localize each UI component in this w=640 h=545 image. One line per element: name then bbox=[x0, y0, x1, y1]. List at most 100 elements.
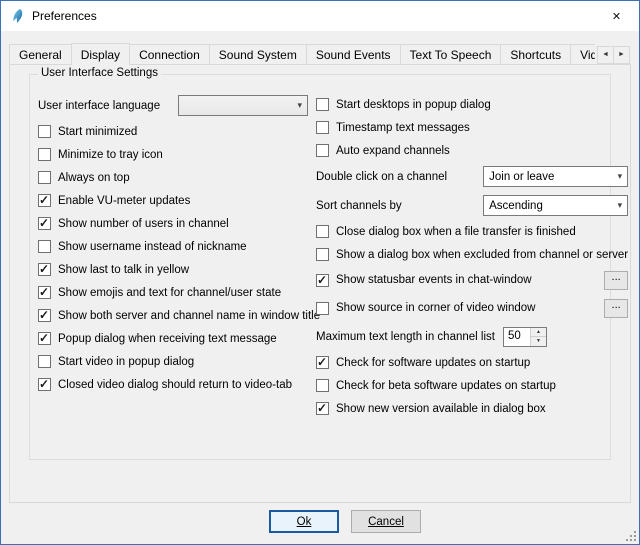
tab-scroll-right-button[interactable]: ► bbox=[613, 46, 630, 64]
checkbox-row[interactable]: Timestamp text messages bbox=[316, 120, 628, 135]
checkbox-row[interactable]: Close dialog box when a file transfer is… bbox=[316, 224, 628, 239]
checkbox-label: Popup dialog when receiving text message bbox=[58, 333, 277, 345]
checkbox-row[interactable]: Start minimized bbox=[38, 124, 308, 139]
checkbox-row[interactable]: Show username instead of nickname bbox=[38, 239, 308, 254]
video-source-checkbox[interactable] bbox=[316, 302, 329, 315]
checkbox[interactable] bbox=[316, 379, 329, 392]
checkbox-row[interactable]: Popup dialog when receiving text message bbox=[38, 331, 308, 346]
checkbox-label: Show a dialog box when excluded from cha… bbox=[336, 249, 628, 261]
checkbox[interactable] bbox=[38, 240, 51, 253]
spinner-value[interactable]: 50 bbox=[504, 328, 530, 346]
checkbox-label: Auto expand channels bbox=[336, 145, 450, 157]
checkbox[interactable] bbox=[316, 144, 329, 157]
checkbox-label: Show emojis and text for channel/user st… bbox=[58, 287, 281, 299]
checkbox-row[interactable]: Start desktops in popup dialog bbox=[316, 97, 628, 112]
tab[interactable]: General bbox=[9, 44, 72, 65]
tab-label: Shortcuts bbox=[510, 48, 561, 62]
checkbox[interactable] bbox=[38, 309, 51, 322]
spinner-up-button[interactable]: ▲ bbox=[531, 328, 546, 338]
statusbar-events-row[interactable]: Show statusbar events in chat-window ... bbox=[316, 270, 628, 290]
tab-scroll-control: ◄ ► bbox=[597, 46, 630, 64]
checkbox-row[interactable]: Show a dialog box when excluded from cha… bbox=[316, 247, 628, 262]
statusbar-events-label: Show statusbar events in chat-window bbox=[336, 274, 604, 286]
checkbox-row[interactable]: Enable VU-meter updates bbox=[38, 193, 308, 208]
checkbox[interactable] bbox=[38, 332, 51, 345]
titlebar[interactable]: Preferences ✕ bbox=[1, 1, 639, 31]
checkbox[interactable] bbox=[38, 171, 51, 184]
checkbox[interactable] bbox=[38, 263, 51, 276]
cancel-button[interactable]: Cancel bbox=[351, 510, 421, 533]
chevron-down-icon: ▾ bbox=[618, 171, 623, 182]
tab-scroll-left-button[interactable]: ◄ bbox=[597, 46, 614, 64]
checkbox[interactable] bbox=[38, 125, 51, 138]
checkbox-row[interactable]: Check for software updates on startup bbox=[316, 355, 628, 370]
tab-label: Connection bbox=[139, 48, 200, 62]
max-text-length-label: Maximum text length in channel list bbox=[316, 331, 495, 343]
sort-channels-combo[interactable]: Ascending ▾ bbox=[483, 195, 628, 216]
tab[interactable]: Sound Events bbox=[306, 44, 401, 65]
checkbox-label: Enable VU-meter updates bbox=[58, 195, 190, 207]
tab[interactable]: Video bbox=[570, 44, 595, 65]
tab-list: General Display Connection Sound System … bbox=[9, 43, 595, 65]
statusbar-events-checkbox[interactable] bbox=[316, 274, 329, 287]
checkbox[interactable] bbox=[38, 194, 51, 207]
checkbox-label: Closed video dialog should return to vid… bbox=[58, 379, 292, 391]
tab-label: Display bbox=[81, 48, 120, 62]
resize-grip[interactable] bbox=[624, 529, 637, 542]
tab[interactable]: Sound System bbox=[209, 44, 307, 65]
checkbox-row[interactable]: Show new version available in dialog box bbox=[316, 401, 628, 416]
checkbox[interactable] bbox=[38, 217, 51, 230]
checkbox[interactable] bbox=[316, 98, 329, 111]
tab-label: Text To Speech bbox=[410, 48, 492, 62]
sort-channels-label: Sort channels by bbox=[316, 200, 402, 212]
groupbox-user-interface-settings: User Interface Settings User interface l… bbox=[29, 74, 611, 460]
checkbox-row[interactable]: Check for beta software updates on start… bbox=[316, 378, 628, 393]
close-button[interactable]: ✕ bbox=[594, 1, 639, 31]
tab[interactable]: Connection bbox=[129, 44, 210, 65]
checkbox-row[interactable]: Auto expand channels bbox=[316, 143, 628, 158]
left-arrow-icon: ◄ bbox=[602, 51, 609, 58]
checkbox[interactable] bbox=[38, 286, 51, 299]
checkbox-row[interactable]: Closed video dialog should return to vid… bbox=[38, 377, 308, 392]
checkbox-row[interactable]: Show emojis and text for channel/user st… bbox=[38, 285, 308, 300]
checkbox[interactable] bbox=[316, 225, 329, 238]
ok-button[interactable]: Ok bbox=[269, 510, 339, 533]
tab[interactable]: Shortcuts bbox=[500, 44, 571, 65]
tab[interactable]: Display bbox=[71, 43, 130, 65]
checkbox[interactable] bbox=[316, 356, 329, 369]
max-text-length-spinner[interactable]: 50 ▲ ▼ bbox=[503, 327, 547, 347]
combo-value: Ascending bbox=[489, 200, 543, 212]
checkbox-row[interactable]: Start video in popup dialog bbox=[38, 354, 308, 369]
video-source-more-button[interactable]: ... bbox=[604, 299, 628, 318]
checkbox-row[interactable]: Show both server and channel name in win… bbox=[38, 308, 308, 323]
checkbox-label: Always on top bbox=[58, 172, 130, 184]
app-icon bbox=[10, 8, 26, 24]
max-text-length-row: Maximum text length in channel list 50 ▲… bbox=[316, 326, 628, 347]
tab-label: General bbox=[19, 48, 62, 62]
tab[interactable]: Text To Speech bbox=[400, 44, 502, 65]
close-icon: ✕ bbox=[612, 10, 621, 23]
checkbox-label: Check for software updates on startup bbox=[336, 357, 530, 369]
checkbox[interactable] bbox=[316, 248, 329, 261]
checkbox[interactable] bbox=[38, 148, 51, 161]
checkbox-row[interactable]: Always on top bbox=[38, 170, 308, 185]
checkbox-row[interactable]: Show number of users in channel bbox=[38, 216, 308, 231]
chevron-down-icon: ▾ bbox=[297, 100, 302, 111]
video-source-row[interactable]: Show source in corner of video window ..… bbox=[316, 298, 628, 318]
checkbox[interactable] bbox=[38, 355, 51, 368]
double-click-combo[interactable]: Join or leave ▾ bbox=[483, 166, 628, 187]
checkbox-label: Check for beta software updates on start… bbox=[336, 380, 556, 392]
language-combo[interactable]: ▾ bbox=[178, 95, 308, 116]
up-arrow-icon: ▲ bbox=[536, 329, 541, 335]
statusbar-events-more-button[interactable]: ... bbox=[604, 271, 628, 290]
checkbox-label: Close dialog box when a file transfer is… bbox=[336, 226, 576, 238]
checkbox-row[interactable]: Show last to talk in yellow bbox=[38, 262, 308, 277]
checkbox-label: Show new version available in dialog box bbox=[336, 403, 546, 415]
spinner-down-button[interactable]: ▼ bbox=[531, 337, 546, 346]
checkbox[interactable] bbox=[316, 402, 329, 415]
checkbox[interactable] bbox=[316, 121, 329, 134]
checkbox[interactable] bbox=[38, 378, 51, 391]
tab-label: Video bbox=[580, 48, 595, 62]
checkbox-row[interactable]: Minimize to tray icon bbox=[38, 147, 308, 162]
tab-label: Sound Events bbox=[316, 48, 391, 62]
